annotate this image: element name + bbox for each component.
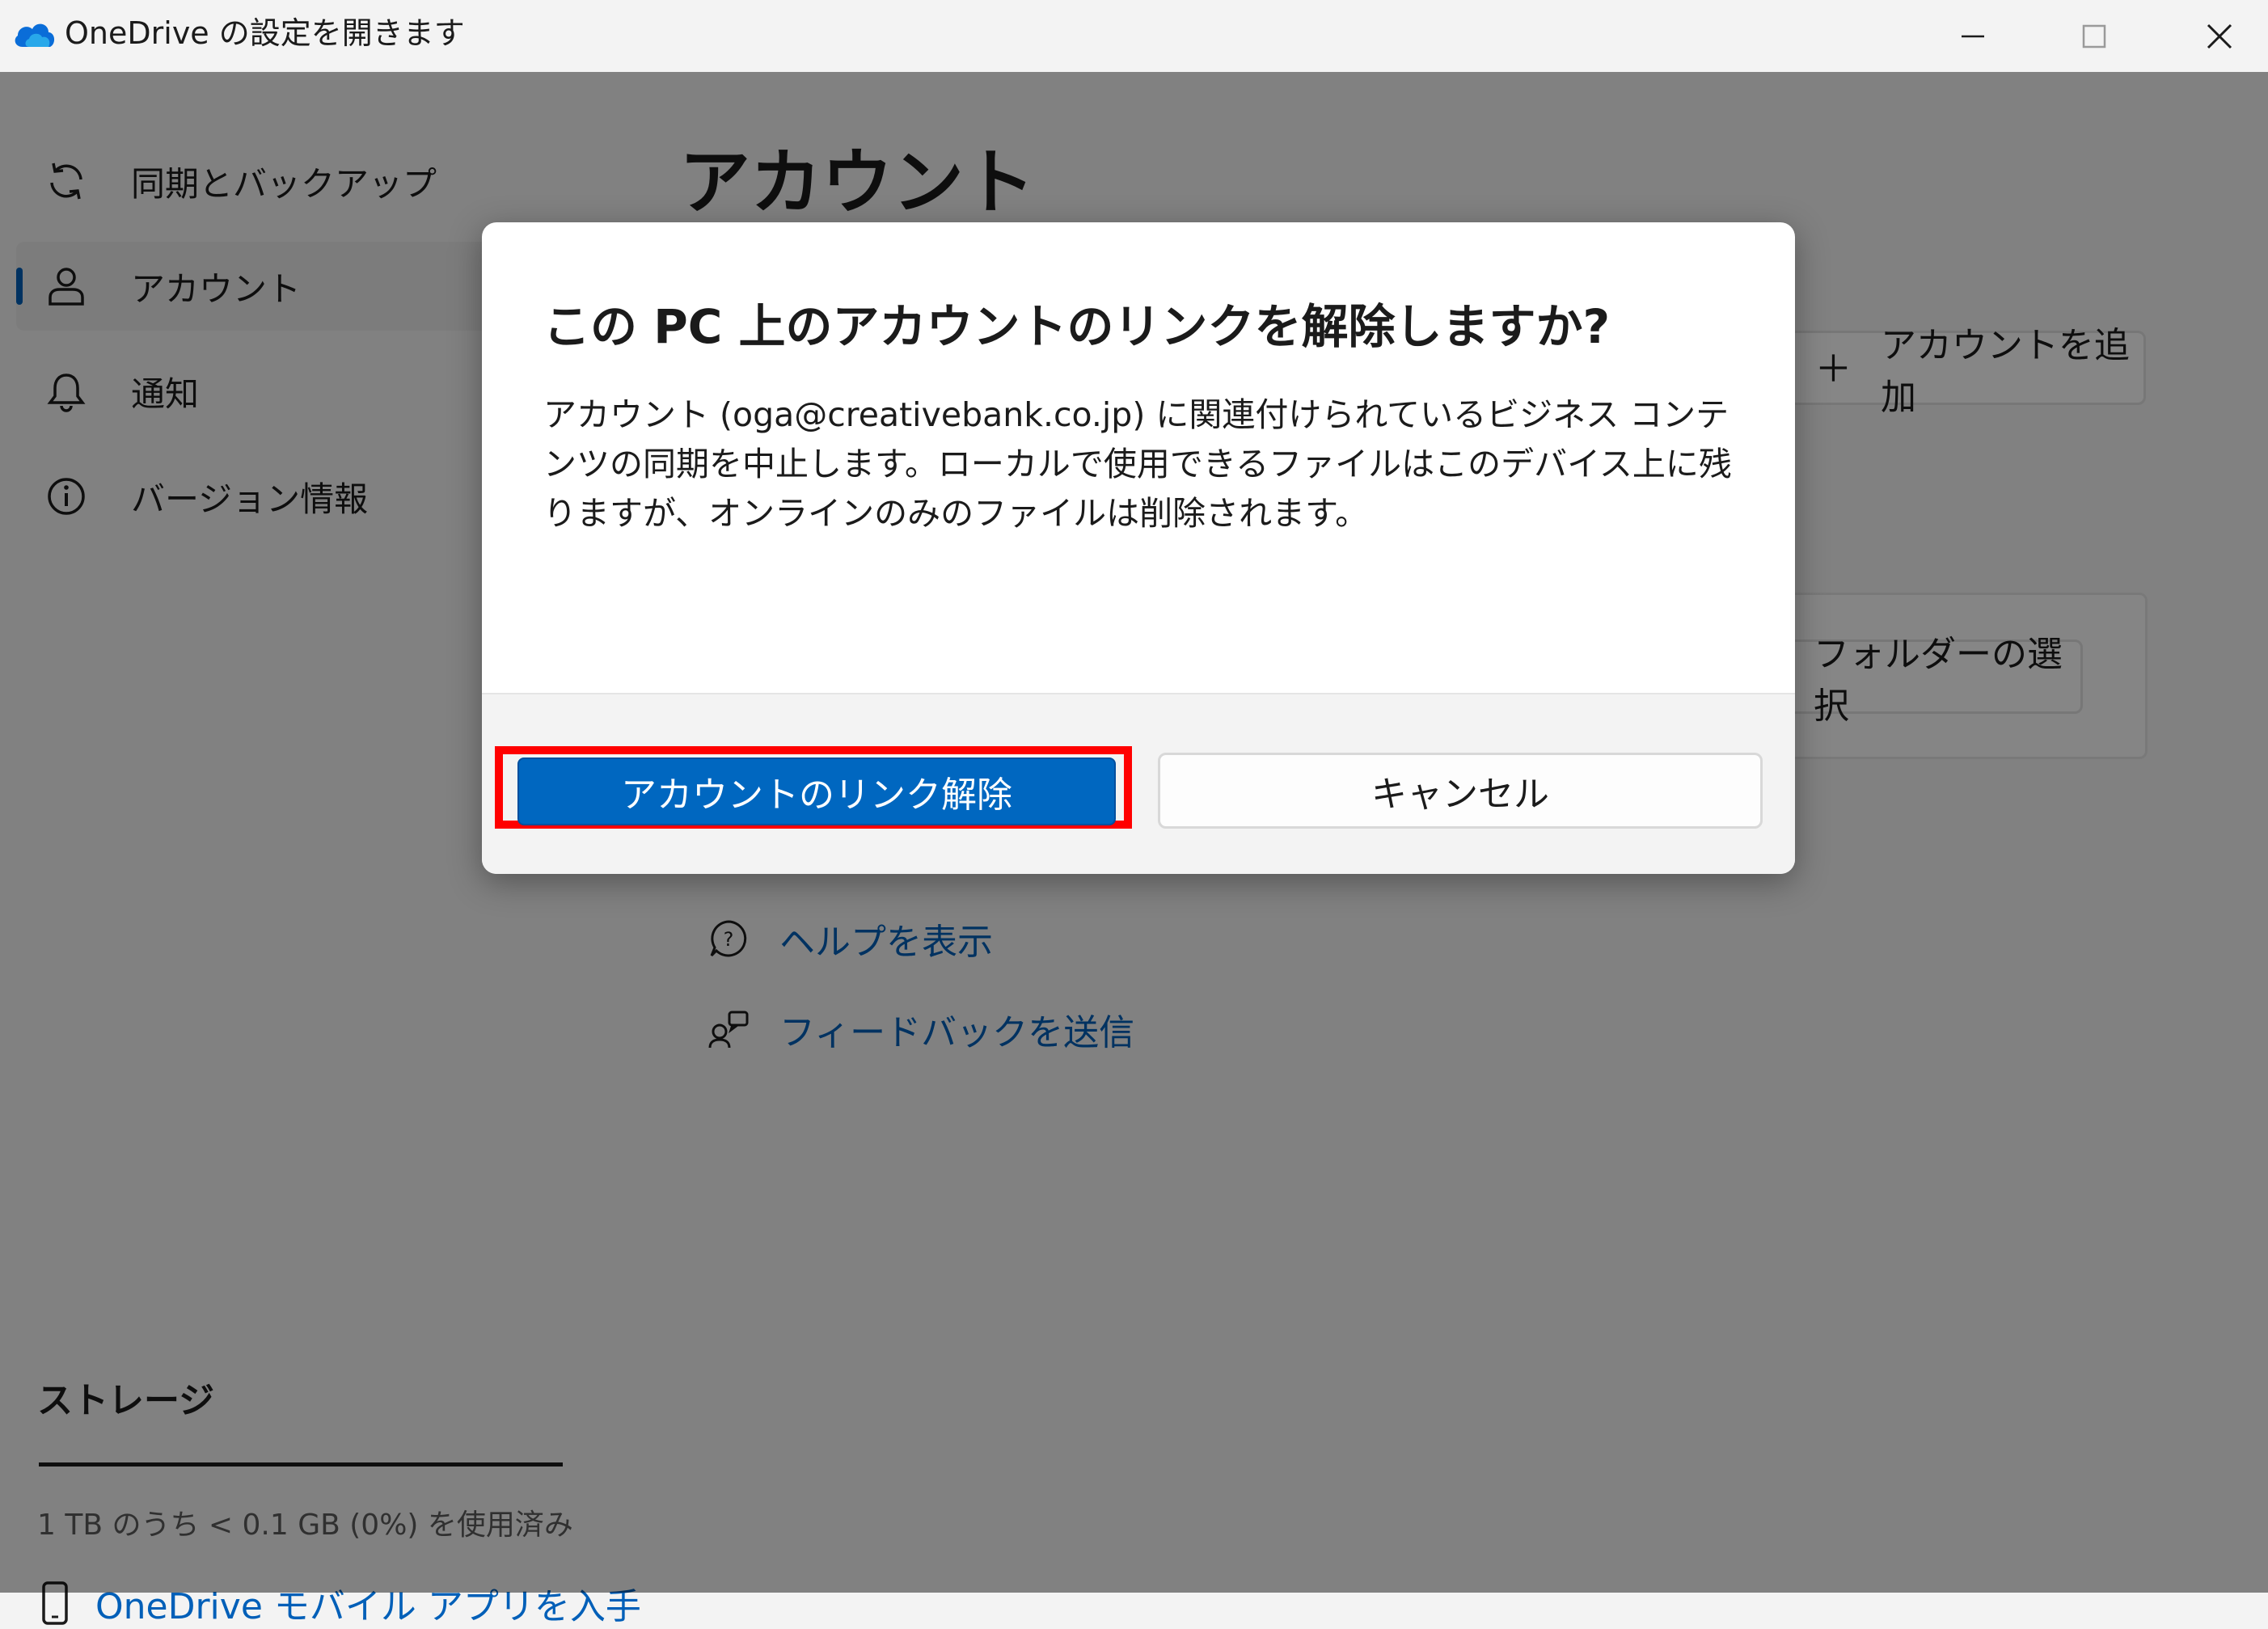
maximize-icon	[2082, 24, 2106, 48]
dialog-body: アカウント (oga@creativebank.co.jp) に関連付けられてい…	[543, 395, 1732, 533]
window-title: OneDrive の設定を開きます	[65, 15, 465, 51]
close-icon	[2207, 23, 2232, 49]
unlink-account-dialog: この PC 上のアカウントのリンクを解除しますか? アカウント (oga@cre…	[482, 222, 1795, 874]
title-bar: OneDrive の設定を開きます	[0, 0, 2268, 72]
close-button[interactable]	[2159, 0, 2268, 72]
dialog-title: この PC 上のアカウントのリンクを解除しますか?	[543, 299, 1611, 354]
onedrive-cloud-icon	[15, 23, 55, 47]
minimize-icon	[1962, 35, 1984, 37]
unlink-account-button[interactable]: アカウントのリンク解除	[517, 758, 1116, 825]
dialog-footer: アカウントのリンク解除 キャンセル	[482, 693, 1795, 874]
cancel-button[interactable]: キャンセル	[1158, 753, 1763, 829]
maximize-button[interactable]	[2034, 0, 2155, 72]
minimize-button[interactable]	[1912, 0, 2034, 72]
